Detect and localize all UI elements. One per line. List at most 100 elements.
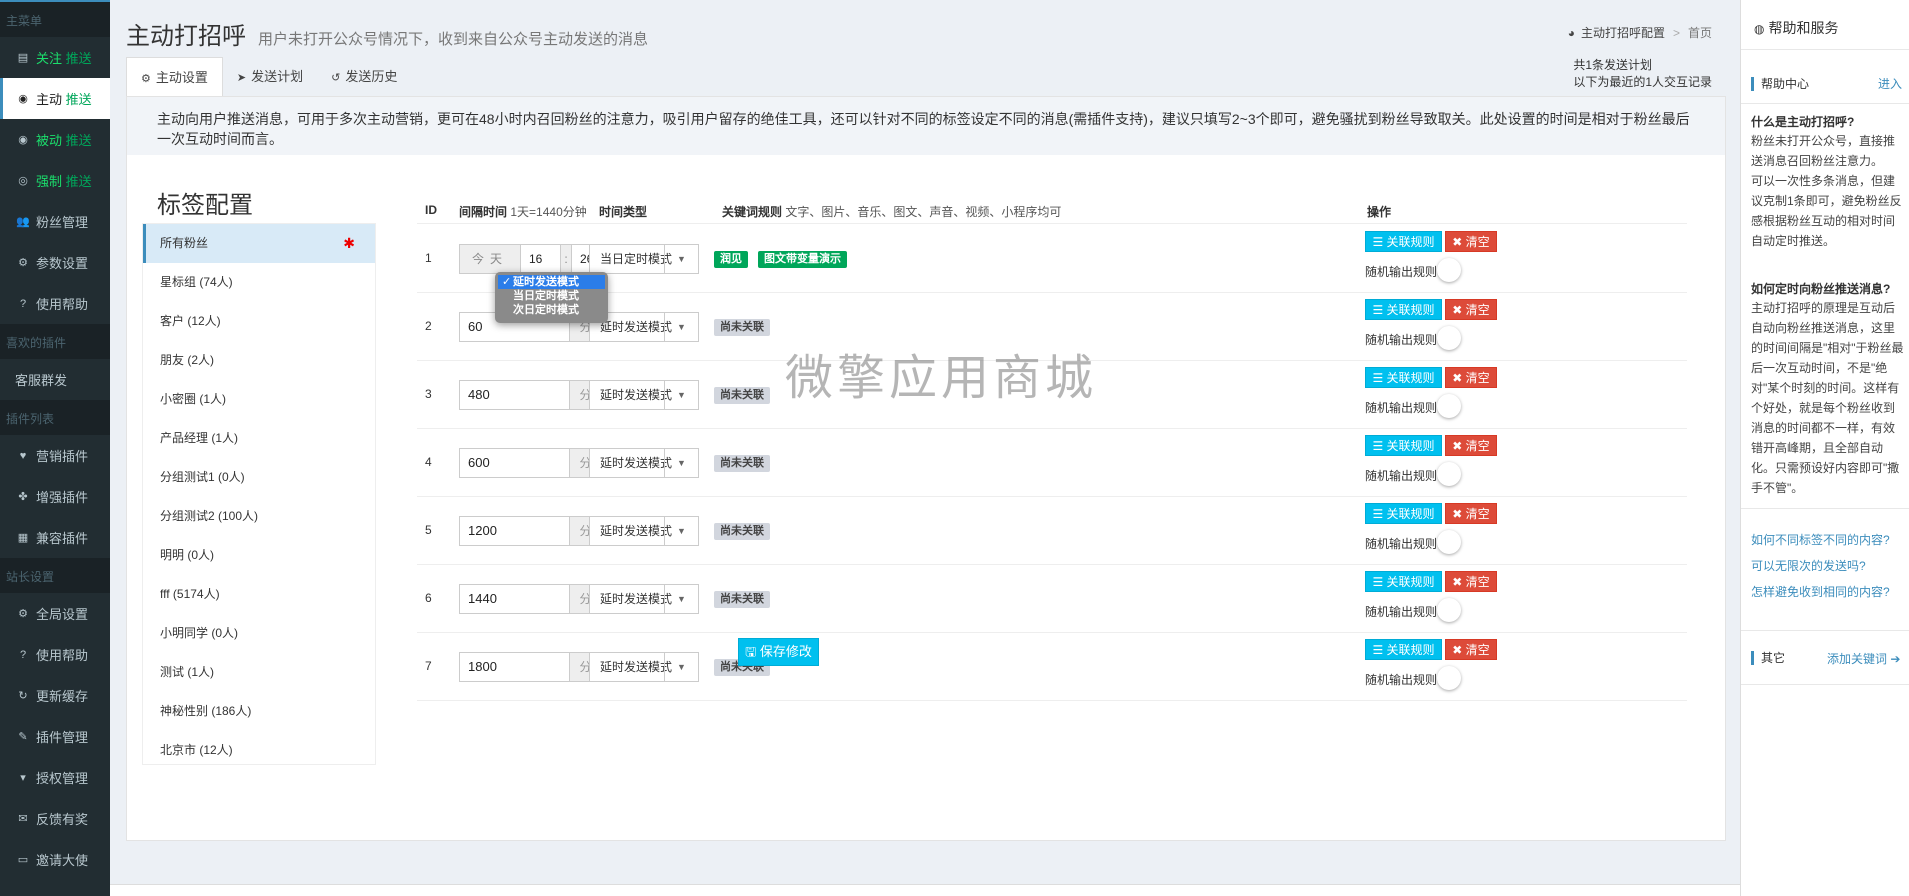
sidebar-item[interactable]: ? 使用帮助	[0, 634, 110, 675]
tab-2[interactable]: ↺ 发送历史	[317, 57, 411, 97]
row-id: 7	[425, 659, 432, 673]
tab-0[interactable]: ⚙ 主动设置	[126, 57, 223, 97]
tag-item[interactable]: 明明 (0人)	[143, 536, 375, 575]
enter-link[interactable]: 进入	[1878, 75, 1902, 92]
random-output-toggle[interactable]	[1437, 258, 1461, 282]
tab-1[interactable]: ➤ 发送计划	[223, 57, 317, 97]
tab-label: 发送计划	[251, 69, 304, 84]
caret-down-icon: ▼	[664, 313, 698, 341]
faq-answer-1b: 可以一次性多条消息，但建议克制1条即可，避免粉丝反感根据粉丝互动的相对时间自动定…	[1751, 174, 1902, 248]
clear-button[interactable]: ✖ 清空	[1445, 639, 1497, 660]
breadcrumb-current[interactable]: 主动打招呼配置	[1581, 24, 1665, 41]
tag-item[interactable]: 星标组 (74人)	[143, 263, 375, 302]
random-output-toggle[interactable]	[1437, 462, 1461, 486]
random-output-label: 随机输出规则	[1365, 605, 1438, 619]
caret-down-icon: ▼	[664, 245, 698, 273]
tag-item[interactable]: 测试 (1人)	[143, 653, 375, 692]
sidebar-item[interactable]: ✎ 插件管理	[0, 716, 110, 757]
clear-button[interactable]: ✖ 清空	[1445, 367, 1497, 388]
time-type-select[interactable]: 当日定时模式 ▼	[589, 244, 699, 274]
tag-item[interactable]: fff (5174人)	[143, 575, 375, 614]
tag-item[interactable]: 产品经理 (1人)	[143, 419, 375, 458]
sidebar-item[interactable]: ▾ 授权管理	[0, 757, 110, 798]
tag-item[interactable]: 朋友 (2人)	[143, 341, 375, 380]
dropdown-option[interactable]: 次日定时模式	[498, 303, 605, 317]
row-id: 5	[425, 523, 432, 537]
tag-item[interactable]: 北京市 (12人)	[143, 731, 375, 764]
interval-input[interactable]: 480	[460, 381, 569, 409]
time-type-dropdown[interactable]: ✓ 延时发送模式 当日定时模式 次日定时模式	[495, 272, 608, 323]
random-output-toggle[interactable]	[1437, 598, 1461, 622]
hour-input[interactable]: 16	[520, 245, 560, 273]
link-rule-button[interactable]: ☰ 关联规则	[1365, 435, 1442, 456]
divider	[1741, 684, 1909, 685]
clear-button[interactable]: ✖ 清空	[1445, 231, 1497, 252]
interval-input[interactable]: 1800	[460, 653, 569, 681]
tag-item[interactable]: 所有粉丝 ✱	[143, 224, 375, 263]
table-row: 71800分钟延时发送模式▼尚未关联☰ 关联规则✖ 清空随机输出规则	[417, 633, 1687, 701]
time-type-select[interactable]: 延时发送模式 ▼	[589, 652, 699, 682]
tag-item[interactable]: 客户 (12人)	[143, 302, 375, 341]
sidebar-item[interactable]: ✤ 增强插件	[0, 476, 110, 517]
faq-link[interactable]: 可以无限次的发送吗?	[1751, 557, 1866, 574]
time-type-select[interactable]: 延时发送模式 ▼	[589, 448, 699, 478]
sidebar-item[interactable]: ◎ 强制 推送	[0, 160, 110, 201]
tag-item[interactable]: 小密圈 (1人)	[143, 380, 375, 419]
link-rule-button[interactable]: ☰ 关联规则	[1365, 503, 1442, 524]
random-output-toggle[interactable]	[1437, 666, 1461, 690]
sidebar-item[interactable]: ♥ 营销插件	[0, 435, 110, 476]
interval-input[interactable]: 1440	[460, 585, 569, 613]
random-output-toggle[interactable]	[1437, 530, 1461, 554]
interval-input[interactable]: 600	[460, 449, 569, 477]
sidebar-item[interactable]: ⚙ 参数设置	[0, 242, 110, 283]
target-icon: ◎	[18, 175, 28, 187]
sidebar-item[interactable]: ◉ 主动 推送	[0, 78, 110, 119]
footer	[110, 884, 1740, 896]
sidebar-item[interactable]: ? 使用帮助	[0, 283, 110, 324]
gears-icon: ⚙	[141, 73, 151, 85]
help-panel: ◍ 帮助和服务 帮助中心 进入 什么是主动打招呼? 粉丝未打开公众号，直接推送消息…	[1740, 0, 1909, 896]
link-rule-button[interactable]: ☰ 关联规则	[1365, 571, 1442, 592]
sidebar-item[interactable]: 👥 粉丝管理	[0, 201, 110, 242]
header-interval: 间隔时间 1天=1440分钟	[459, 205, 587, 219]
sidebar-item[interactable]: 客服群发	[0, 359, 110, 400]
tag-item[interactable]: 分组测试1 (0人)	[143, 458, 375, 497]
dropdown-option[interactable]: 当日定时模式	[498, 289, 605, 303]
sidebar-item[interactable]: ▭ 邀请大使	[0, 839, 110, 880]
clear-button[interactable]: ✖ 清空	[1445, 503, 1497, 524]
sidebar-item[interactable]: ✉ 反馈有奖	[0, 798, 110, 839]
sidebar-item[interactable]: ▤ 关注 推送	[0, 37, 110, 78]
sidebar: 主菜单 ▤ 关注 推送 ◉ 主动 推送 ◉ 被动 推送 ◎ 强制 推送 👥 粉丝管理 ⚙ 参数设置? 使用…	[0, 0, 110, 896]
faq-link[interactable]: 如何不同标签不同的内容?	[1751, 531, 1890, 548]
save-button[interactable]: 🖫 保存修改	[738, 638, 819, 666]
clear-button[interactable]: ✖ 清空	[1445, 571, 1497, 592]
divider	[1741, 49, 1909, 50]
sidebar-item[interactable]: ▦ 兼容插件	[0, 517, 110, 558]
random-output-toggle[interactable]	[1437, 326, 1461, 350]
dropdown-option[interactable]: ✓ 延时发送模式	[498, 275, 605, 289]
sidebar-item[interactable]: ⚙ 全局设置	[0, 593, 110, 634]
time-type-select[interactable]: 延时发送模式 ▼	[589, 380, 699, 410]
interval-input[interactable]: 1200	[460, 517, 569, 545]
time-type-select[interactable]: 延时发送模式 ▼	[589, 584, 699, 614]
add-keyword-link[interactable]: 添加关键词 ➔	[1827, 650, 1900, 667]
link-rule-button[interactable]: ☰ 关联规则	[1365, 367, 1442, 388]
header-ops: 操作	[1367, 205, 1392, 219]
tag-item[interactable]: 神秘性别 (186人)	[143, 692, 375, 731]
time-type-select[interactable]: 延时发送模式 ▼	[589, 516, 699, 546]
sidebar-item[interactable]: ◉ 被动 推送	[0, 119, 110, 160]
clear-button[interactable]: ✖ 清空	[1445, 435, 1497, 456]
table-header: ID 间隔时间 1天=1440分钟 时间类型 关键词规则 文字、图片、音乐、图文…	[417, 197, 1687, 224]
tag-item[interactable]: 分组测试2 (100人)	[143, 497, 375, 536]
faq-link[interactable]: 怎样避免收到相同的内容?	[1751, 583, 1890, 600]
link-rule-button[interactable]: ☰ 关联规则	[1365, 299, 1442, 320]
sidebar-item-label: 兼容插件	[36, 531, 89, 546]
clear-button[interactable]: ✖ 清空	[1445, 299, 1497, 320]
breadcrumb-home[interactable]: 首页	[1688, 24, 1712, 41]
sidebar-item[interactable]: ↻ 更新缓存	[0, 675, 110, 716]
link-rule-button[interactable]: ☰ 关联规则	[1365, 639, 1442, 660]
faq-answer-2: 主动打招呼的原理是互动后自动向粉丝推送消息，这里的时间间隔是"相对"于粉丝最后一…	[1751, 301, 1904, 495]
link-rule-button[interactable]: ☰ 关联规则	[1365, 231, 1442, 252]
random-output-toggle[interactable]	[1437, 394, 1461, 418]
tag-item[interactable]: 小明同学 (0人)	[143, 614, 375, 653]
